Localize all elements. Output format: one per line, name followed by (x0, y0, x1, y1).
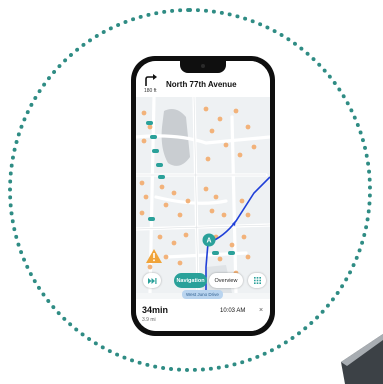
street-name: North 77th Avenue (166, 80, 237, 89)
phone-mockup: 180 ft North 77th Avenue A Navigation Ov… (131, 56, 275, 336)
trip-distance: 3.9 mi (142, 317, 156, 323)
gray-box-decoration (341, 334, 383, 384)
turn-right-arrow-icon (145, 74, 157, 86)
warning-icon[interactable] (146, 249, 162, 263)
turn-distance: 180 ft (144, 88, 157, 94)
road-label: West Juno Drive (182, 290, 223, 299)
arrival-time: 10:03 AM (220, 308, 246, 314)
current-location-marker-icon: A (202, 233, 216, 247)
eta-duration: 34min (142, 305, 169, 315)
overview-button[interactable]: Overview (209, 273, 243, 288)
illustration: 180 ft North 77th Avenue A Navigation Ov… (0, 0, 383, 384)
navigation-button[interactable]: Navigation (174, 273, 207, 288)
grid-button[interactable] (248, 273, 266, 288)
trip-summary: 34min 3.9 mi 10:03 AM × (136, 299, 270, 331)
phone-screen: 180 ft North 77th Avenue A Navigation Ov… (136, 61, 270, 331)
map-view[interactable] (136, 97, 270, 293)
grid-icon (253, 277, 261, 284)
skip-button[interactable] (143, 273, 161, 288)
phone-notch (180, 61, 226, 73)
marker-letter: A (206, 238, 211, 245)
skip-icon (147, 277, 156, 284)
close-button[interactable]: × (259, 307, 263, 314)
